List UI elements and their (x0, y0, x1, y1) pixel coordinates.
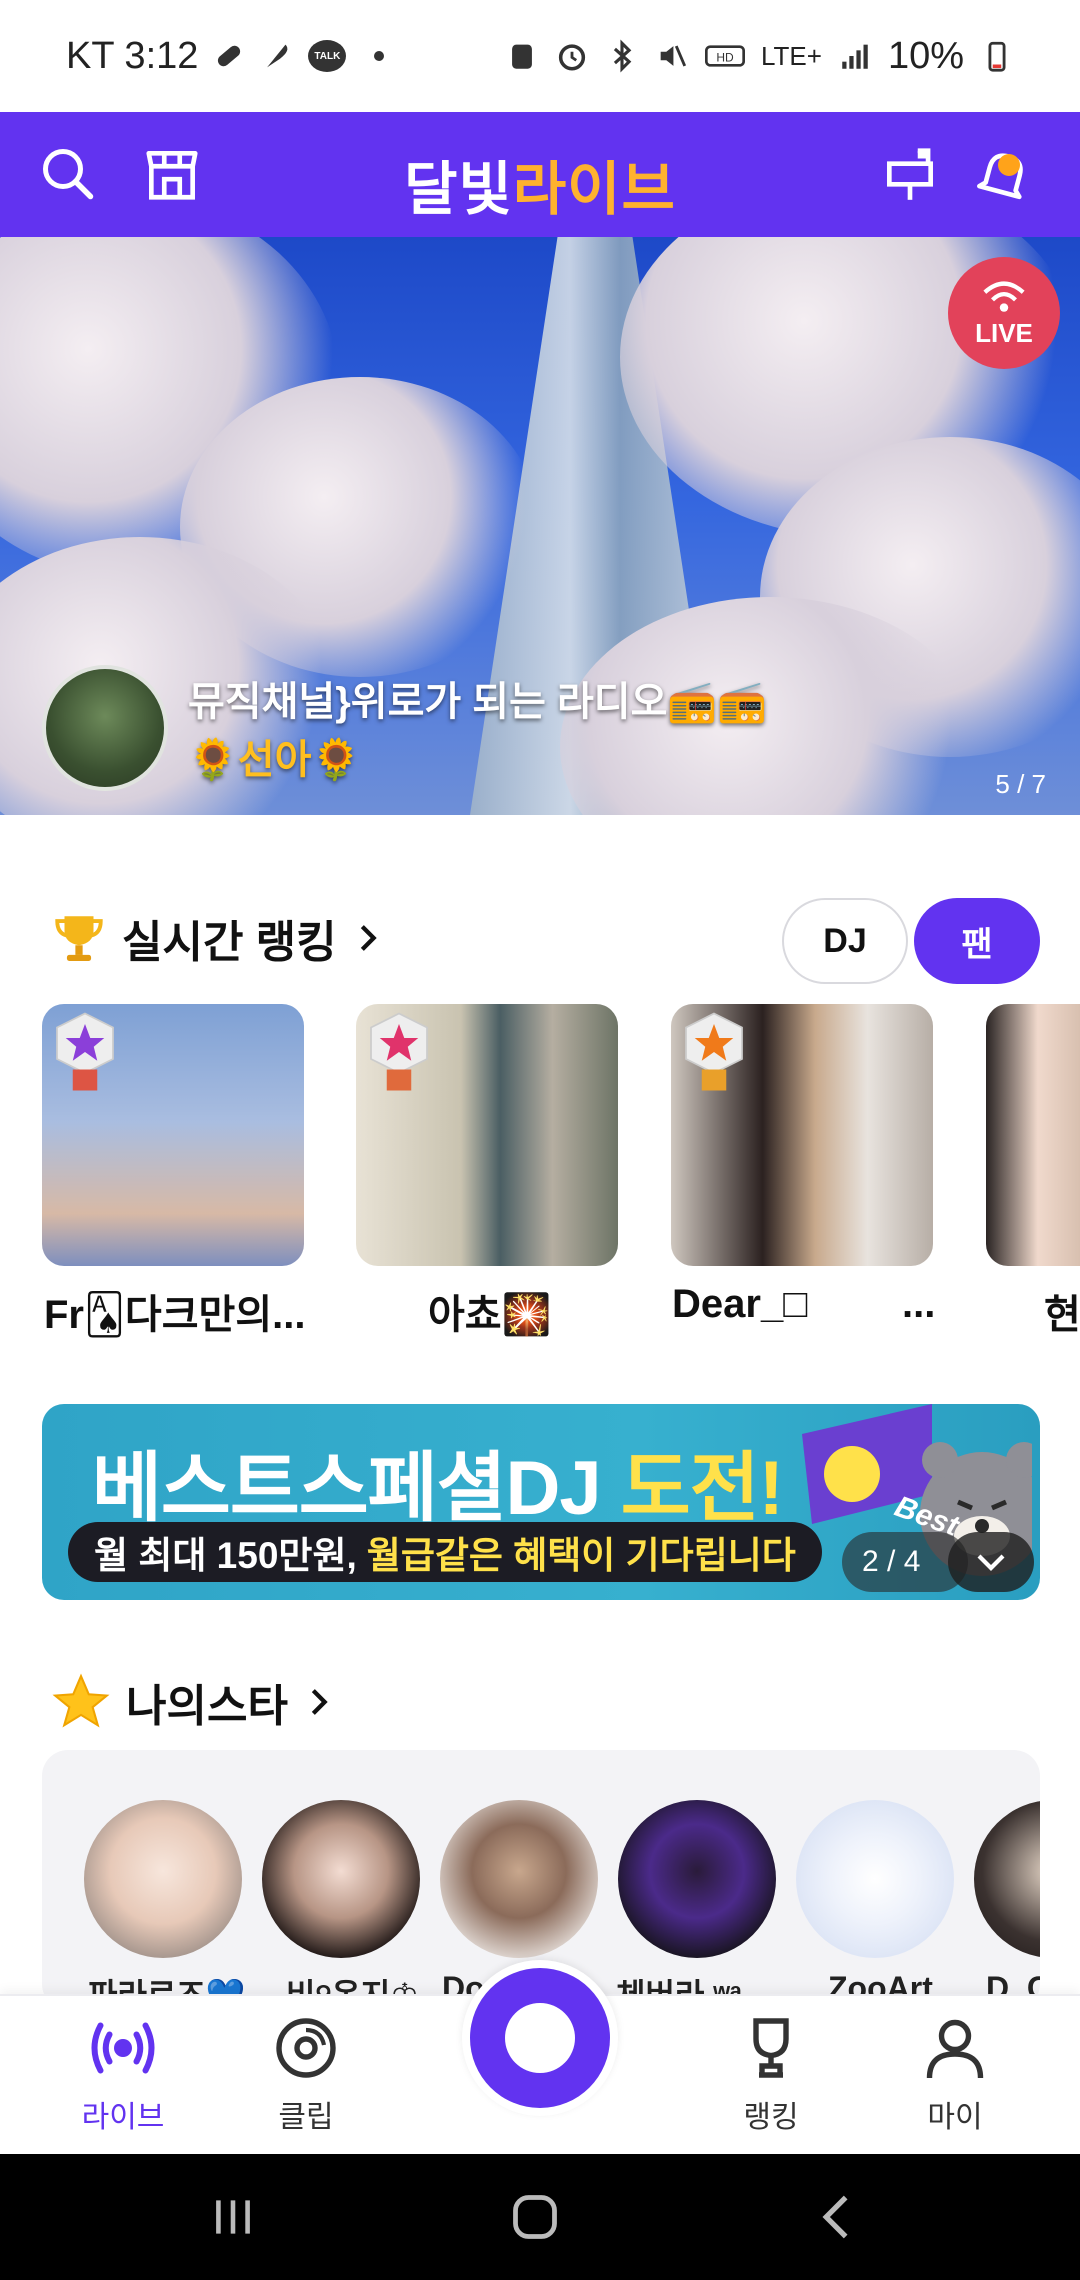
nav-clip-label: 클립 (278, 2101, 334, 2134)
nav-live-label: 라이브 (81, 2101, 165, 2134)
star-avatar-3[interactable] (440, 1800, 598, 1958)
promo-title-a: 베스트스페셜DJ (92, 1446, 621, 1531)
battery-icon (988, 41, 1006, 72)
chevron-right-icon (311, 1689, 328, 1715)
live-label: LIVE (975, 317, 1033, 348)
promo-title: 베스트스페셜DJ 도전! (92, 1426, 784, 1536)
ranking-name-5: 현 (1044, 1293, 1080, 1337)
ranking-card-2[interactable] (356, 1004, 618, 1266)
nav-live[interactable]: 라이브 (48, 2012, 198, 2136)
signal-icon (842, 44, 868, 69)
talk-icon: TALK (308, 40, 347, 72)
nav-ranking[interactable]: 랭킹 (696, 2012, 846, 2136)
star-icon (52, 1673, 110, 1728)
nav-my-label: 마이 (927, 2101, 983, 2134)
network-type: LTE+ (761, 40, 822, 71)
wifi-icon (983, 281, 1025, 312)
trophy-icon (55, 916, 103, 961)
nav-ranking-label: 랭킹 (743, 2101, 799, 2134)
svg-text:HD: HD (716, 50, 734, 64)
hero-page-indicator: 5 / 7 (995, 769, 1046, 799)
status-bar: KT 3:12 TALK HD LTE+ 10% (0, 0, 1080, 112)
notification-button[interactable] (964, 134, 1044, 214)
pill-icon (218, 45, 241, 67)
toggle-dj-button[interactable]: DJ (782, 898, 908, 984)
hero-banner[interactable]: LIVE 뮤직채널}위로가 되는 라디오📻📻 🌻선아🌻 5 / 7 (0, 237, 1080, 815)
broadcast-button-core (470, 1968, 610, 2108)
nav-clip[interactable]: 클립 (231, 2012, 381, 2136)
star-avatar-2[interactable] (262, 1800, 420, 1958)
star-avatar-4[interactable] (618, 1800, 776, 1958)
logo-part2: 라이브 (512, 157, 676, 222)
hd-icon: HD (705, 45, 745, 67)
promo-sub-b: 월급같은 혜택이 기다립니다 (366, 1535, 796, 1576)
mailbox-button[interactable] (870, 134, 950, 214)
nav-my[interactable]: 마이 (880, 2012, 1030, 2136)
start-broadcast-button[interactable] (462, 1960, 618, 2116)
notification-dot-icon (374, 51, 385, 61)
feather-icon (267, 44, 288, 68)
bluetooth-icon (613, 39, 632, 73)
ranking-title: 실시간 랭킹 (122, 918, 337, 967)
ranking-name-1: Fr🂡다크만의... (44, 1293, 306, 1337)
record-circle-icon (505, 2003, 575, 2073)
promo-title-b: 도전! (620, 1446, 784, 1531)
ranking-card-3[interactable] (671, 1004, 933, 1266)
battery-percent: 10% (887, 34, 964, 77)
home-button[interactable] (500, 2184, 570, 2250)
star-avatar-5[interactable] (796, 1800, 954, 1958)
star-avatar-6[interactable] (974, 1800, 1040, 1958)
dj-avatar[interactable] (42, 665, 168, 791)
ranking-card-1[interactable] (42, 1004, 304, 1266)
live-badge[interactable]: LIVE (948, 257, 1060, 369)
system-nav-bar (0, 2154, 1080, 2280)
back-button[interactable] (802, 2184, 872, 2250)
promo-banner[interactable]: 베스트스페셜DJ 도전! Best 월 최대 150만원, 월급같은 혜택이 기다… (42, 1404, 1040, 1600)
home-icon (513, 2195, 557, 2239)
user-icon (926, 2019, 984, 2079)
recents-icon (216, 2200, 250, 2234)
ranking-name-3: Dear_□ (672, 1282, 808, 1326)
broadcast-icon (91, 2022, 155, 2074)
trophy-outline-icon (753, 2018, 789, 2078)
app-header: 달빛라이브 (0, 112, 1080, 237)
ranking-card-4[interactable] (986, 1004, 1080, 1266)
disc-icon (276, 2018, 336, 2078)
star-avatar-1[interactable] (84, 1800, 242, 1958)
hero-subtitle: 🌻선아🌻 (188, 738, 362, 782)
medal-icon (56, 1012, 114, 1091)
mystar-title: 나의스타 (126, 1682, 288, 1731)
mystar-section-title[interactable]: 나의스타 (50, 1670, 336, 1734)
promo-sub-a: 월 최대 150만원, (94, 1535, 357, 1576)
ranking-name-2: 아쵸🎇 (428, 1293, 552, 1337)
chevron-right-icon (360, 925, 377, 951)
ranking-name-4: ... (902, 1282, 936, 1326)
recents-button[interactable] (198, 2184, 268, 2250)
notification-badge (998, 154, 1020, 176)
alarm-icon (558, 44, 586, 71)
mailbox-icon (887, 148, 933, 200)
toggle-fan-button[interactable]: 팬 (914, 898, 1040, 984)
carrier-time: KT 3:12 (66, 34, 199, 77)
hero-title[interactable]: 뮤직채널}위로가 되는 라디오📻📻 (188, 669, 767, 727)
medal-icon (685, 1012, 743, 1091)
mute-icon (660, 45, 687, 67)
logo-part1: 달빛 (404, 157, 513, 222)
promo-subtitle: 월 최대 150만원, 월급같은 혜택이 기다립니다 (68, 1522, 822, 1582)
ranking-section-title[interactable]: 실시간 랭킹 (50, 906, 385, 970)
recycle-icon (512, 44, 532, 69)
chevron-down-icon (977, 1554, 1005, 1571)
back-icon (822, 2195, 848, 2239)
medal-icon (370, 1012, 428, 1091)
promo-expand-button[interactable] (948, 1532, 1034, 1592)
